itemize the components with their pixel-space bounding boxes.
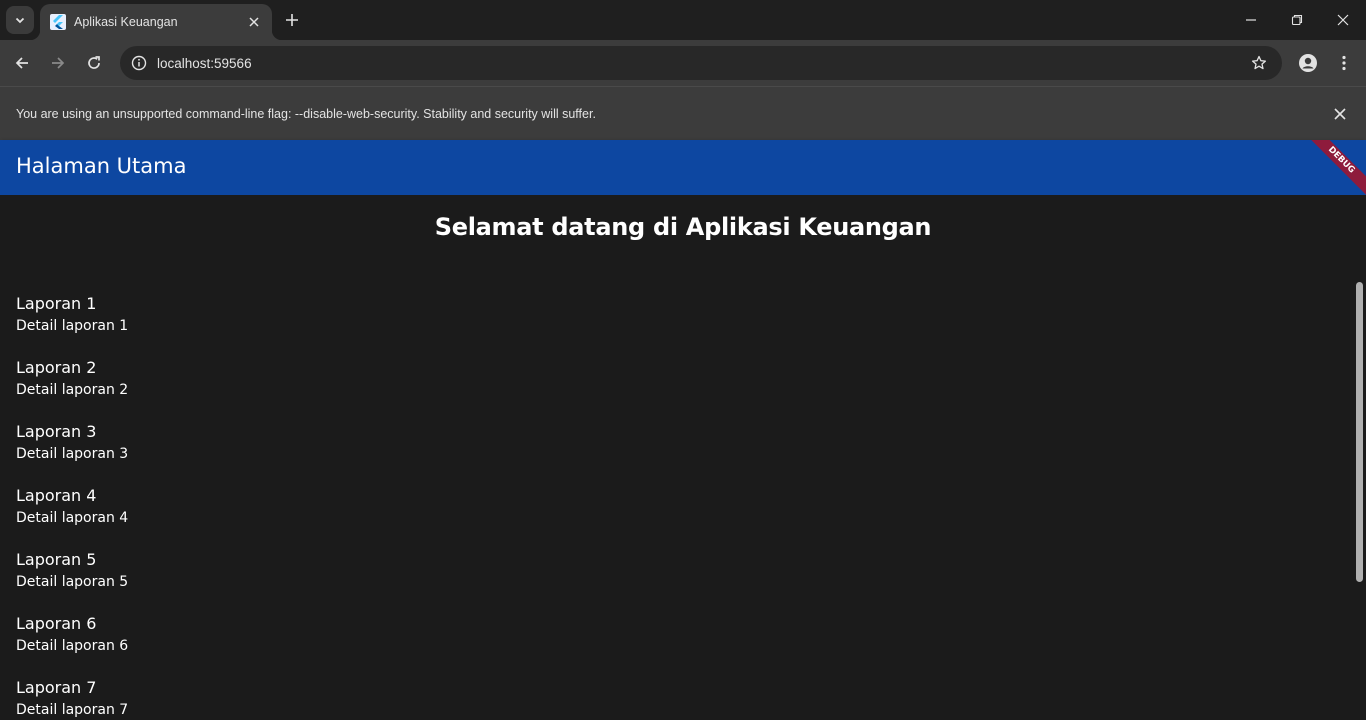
forward-icon (52, 57, 65, 69)
report-detail: Detail laporan 2 (16, 382, 129, 398)
report-title: Laporan 5 (16, 550, 97, 569)
infobar-message: You are using an unsupported command-lin… (16, 106, 596, 121)
browser-tab[interactable]: Aplikasi Keuangan (30, 4, 282, 40)
report-list: Laporan 1 Detail laporan 1 Laporan 2 Det… (16, 295, 128, 720)
bookmark-button[interactable] (1242, 46, 1276, 80)
reload-button[interactable] (80, 49, 108, 77)
list-item[interactable]: Laporan 6 Detail laporan 6 (16, 615, 128, 679)
flutter-favicon-icon (50, 14, 66, 30)
infobar-close-button[interactable] (1326, 100, 1354, 128)
tab-title: Aplikasi Keuangan (74, 15, 178, 29)
minimize-icon (1246, 19, 1256, 21)
chevron-down-icon (15, 17, 25, 24)
star-icon (1251, 55, 1267, 70)
page-title: Halaman Utama (16, 154, 187, 178)
menu-icon (1342, 55, 1346, 71)
scrollbar-thumb[interactable] (1356, 282, 1363, 582)
report-detail: Detail laporan 5 (16, 574, 129, 590)
list-item[interactable]: Laporan 3 Detail laporan 3 (16, 423, 128, 487)
plus-icon (286, 14, 298, 26)
minimize-button[interactable] (1228, 0, 1274, 40)
report-title: Laporan 4 (16, 486, 97, 505)
url-text[interactable]: localhost:59566 (157, 56, 1242, 71)
close-icon (249, 17, 259, 27)
report-title: Laporan 1 (16, 294, 97, 313)
list-item[interactable]: Laporan 5 Detail laporan 5 (16, 551, 128, 615)
list-item[interactable]: Laporan 1 Detail laporan 1 (16, 295, 128, 359)
debug-banner: DEBUG (1297, 140, 1366, 195)
report-detail: Detail laporan 7 (16, 702, 129, 718)
app-body: Selamat datang di Aplikasi Keuangan Lapo… (0, 195, 1366, 720)
restore-icon (1291, 14, 1303, 26)
report-title: Laporan 7 (16, 678, 97, 697)
new-tab-button[interactable] (280, 8, 304, 32)
list-item[interactable]: Laporan 2 Detail laporan 2 (16, 359, 128, 423)
profile-icon (1299, 54, 1317, 72)
close-icon (1334, 107, 1346, 120)
back-button[interactable] (8, 49, 36, 77)
welcome-heading: Selamat datang di Aplikasi Keuangan (434, 213, 932, 241)
restore-button[interactable] (1274, 0, 1320, 40)
close-icon (1337, 14, 1349, 26)
info-icon (131, 55, 147, 71)
tab-close-button[interactable] (244, 12, 264, 32)
reload-icon (88, 56, 100, 69)
warning-infobar: You are using an unsupported command-lin… (0, 86, 1366, 140)
forward-button[interactable] (44, 49, 72, 77)
site-info-button[interactable] (122, 46, 156, 80)
back-icon (15, 57, 28, 69)
list-item[interactable]: Laporan 7 Detail laporan 7 (16, 679, 128, 720)
report-detail: Detail laporan 4 (16, 510, 129, 526)
browser-menu-button[interactable] (1330, 49, 1358, 77)
report-detail: Detail laporan 6 (16, 638, 129, 654)
close-window-button[interactable] (1320, 0, 1366, 40)
address-bar[interactable]: localhost:59566 (120, 46, 1282, 80)
tab-strip: Aplikasi Keuangan (0, 0, 1366, 40)
browser-toolbar: localhost:59566 (0, 40, 1366, 86)
report-detail: Detail laporan 3 (16, 446, 129, 462)
report-title: Laporan 2 (16, 358, 97, 377)
report-detail: Detail laporan 1 (16, 318, 129, 334)
report-title: Laporan 3 (16, 422, 97, 441)
report-title: Laporan 6 (16, 614, 97, 633)
profile-button[interactable] (1294, 49, 1322, 77)
list-item[interactable]: Laporan 4 Detail laporan 4 (16, 487, 128, 551)
app-bar: Halaman Utama DEBUG (0, 140, 1366, 195)
